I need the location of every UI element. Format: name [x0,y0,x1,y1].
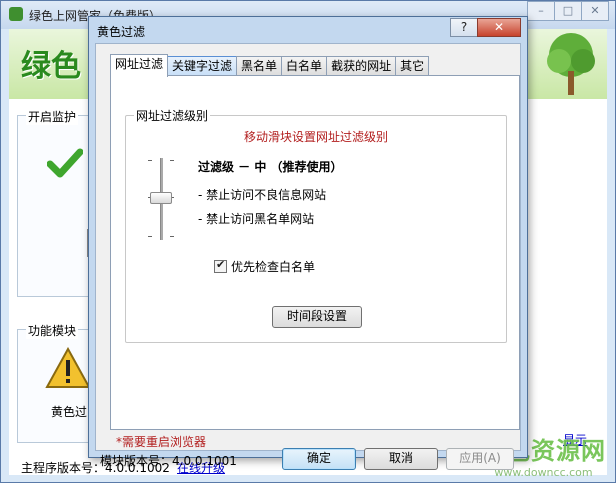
tab-strip: 网址过滤 关键字过滤 黑名单 白名单 截获的网址 其它 [110,54,430,77]
slider-tick [170,236,174,237]
cancel-button[interactable]: 取消 [364,448,438,470]
tab-keyword-filter[interactable]: 关键字过滤 [167,56,238,77]
filter-level-text: 过滤级 － 中 （推荐使用） [198,160,343,174]
apply-button[interactable]: 应用(A) [446,448,514,470]
tab-other[interactable]: 其它 [395,56,430,76]
tab-url-filter[interactable]: 网址过滤 [110,54,169,77]
banner-logo-text: 绿色 [21,49,81,84]
tree-icon [547,33,595,95]
filter-level-slider[interactable] [144,156,180,242]
slider-thumb[interactable] [150,192,172,204]
close-button[interactable]: ✕ [581,1,609,21]
monitor-group-label: 开启监护 [26,108,79,125]
time-range-button[interactable]: 时间段设置 [272,306,362,328]
slider-tick [148,236,152,237]
check-icon: ✔ [216,258,226,271]
filter-level-group: 网址过滤级别 移动滑块设置网址过滤级别 过滤级 － 中 （推荐使用） - 禁止访… [125,107,507,343]
dialog-titlebar[interactable]: 黄色过滤 ? ✕ [89,17,527,43]
maximize-button[interactable]: □ [554,1,582,21]
minimize-button[interactable]: – [527,1,555,21]
checkmark-icon [47,148,83,178]
warning-icon[interactable] [45,347,91,389]
level-description: - 禁止访问黑名单网站 [198,212,315,226]
restart-note: *需要重启浏览器 [116,435,207,449]
filter-level-group-label: 网址过滤级别 [134,107,211,124]
tab-panel-url-filter: 网址过滤级别 移动滑块设置网址过滤级别 过滤级 － 中 （推荐使用） - 禁止访… [110,75,520,430]
app-icon [9,7,23,21]
whitelist-priority-row[interactable]: ✔ 优先检查白名单 [214,258,315,275]
level-description: - 禁止访问不良信息网站 [198,188,327,202]
module-version-label: 模块版本号：4.0.0.1001 [100,454,237,468]
dialog-close-button[interactable]: ✕ [477,18,521,37]
slider-tick [170,160,174,161]
slider-hint: 移动滑块设置网址过滤级别 [243,130,388,144]
tab-blacklist[interactable]: 黑名单 [236,56,283,76]
function-item-label[interactable]: 黄色过 [51,403,87,420]
dialog-client: 网址过滤 关键字过滤 黑名单 白名单 截获的网址 其它 网址过滤级别 移动滑块设… [95,43,521,470]
tab-whitelist[interactable]: 白名单 [281,56,328,76]
whitelist-priority-checkbox[interactable]: ✔ [214,258,227,273]
function-group-label: 功能模块 [26,322,79,339]
dialog-title: 黄色过滤 [97,25,146,39]
tab-captured-urls[interactable]: 截获的网址 [326,56,397,76]
help-button[interactable]: ? [450,18,478,37]
filter-dialog: 黄色过滤 ? ✕ 网址过滤 关键字过滤 黑名单 白名单 截获的网址 其它 网址过… [88,16,528,470]
ok-button[interactable]: 确定 [282,448,356,470]
slider-tick [148,160,152,161]
whitelist-priority-label[interactable]: 优先检查白名单 [231,258,315,275]
